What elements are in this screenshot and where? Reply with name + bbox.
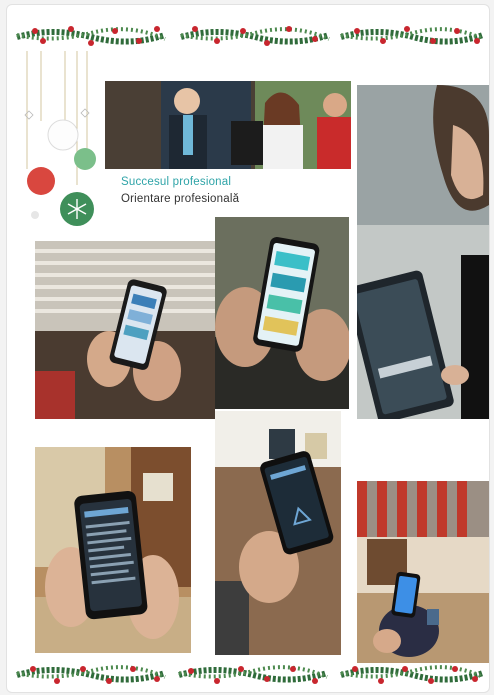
- garland-bottom-left: [13, 657, 169, 692]
- garland-icon: [16, 665, 166, 684]
- garland-icon: [16, 26, 166, 46]
- christmas-ornament-icon: [47, 119, 79, 151]
- garland-icon: [180, 26, 330, 46]
- photo-student-tablet: [357, 85, 489, 419]
- banner-title: Succesul profesional: [121, 176, 232, 188]
- photo-phone-window: [35, 241, 215, 419]
- garland-icon: [340, 665, 484, 684]
- collage-card: Succesul profesional Orientare profesion…: [6, 4, 490, 693]
- hanging-ornaments: [15, 51, 105, 231]
- banner-subtitle: Orientare profesională: [121, 193, 240, 205]
- photo-phone-table: [357, 481, 489, 663]
- christmas-ornament-icon: [27, 167, 55, 195]
- photo-phone-room: [35, 447, 191, 653]
- garland-icon: [178, 665, 328, 684]
- garland-top-center: [177, 17, 333, 53]
- garland-bottom-right: [337, 657, 487, 692]
- banner-photo-students: [105, 81, 351, 169]
- photo-phone-app: [215, 217, 349, 409]
- garland-bottom-center: [175, 657, 331, 692]
- photo-phone-hand: [215, 411, 341, 655]
- garland-top-right: [337, 17, 487, 53]
- garland-top-left: [13, 17, 169, 53]
- garland-icon: [340, 26, 484, 45]
